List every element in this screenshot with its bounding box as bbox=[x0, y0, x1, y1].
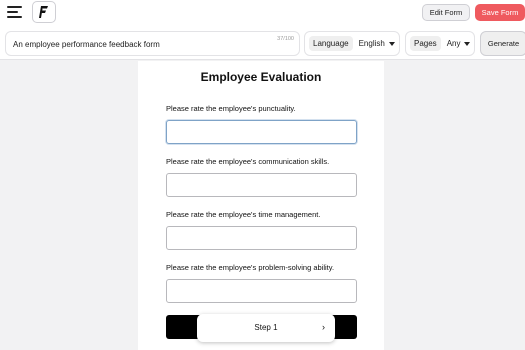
question-input-problem-solving[interactable] bbox=[166, 279, 357, 303]
language-label: Language bbox=[309, 36, 353, 51]
question-label: Please rate the employee's problem-solvi… bbox=[166, 263, 335, 272]
caret-down-icon bbox=[388, 41, 395, 46]
save-form-button[interactable]: Save Form bbox=[475, 4, 525, 21]
pages-value: Any bbox=[446, 39, 461, 48]
chevron-right-icon[interactable]: › bbox=[322, 322, 325, 332]
pages-label: Pages bbox=[410, 36, 441, 51]
caret-down-icon bbox=[464, 41, 471, 46]
step-navigator[interactable]: Step 1 › bbox=[197, 314, 335, 342]
app-logo-icon[interactable] bbox=[32, 1, 56, 23]
question-input-punctuality[interactable] bbox=[166, 120, 357, 144]
edit-form-button[interactable]: Edit Form bbox=[422, 4, 470, 21]
question-label: Please rate the employee's communication… bbox=[166, 157, 330, 166]
language-value: English bbox=[358, 39, 385, 48]
question-label: Please rate the employee's punctuality. bbox=[166, 104, 296, 113]
hamburger-menu-icon[interactable] bbox=[7, 6, 25, 20]
generate-button[interactable]: Generate bbox=[480, 31, 525, 56]
language-select[interactable]: Language English bbox=[304, 31, 400, 56]
question-label: Please rate the employee's time manageme… bbox=[166, 210, 321, 219]
prompt-text: An employee performance feedback form bbox=[13, 40, 160, 49]
pages-select[interactable]: Pages Any bbox=[405, 31, 475, 56]
prompt-char-count: 37/100 bbox=[277, 36, 294, 42]
form-card: Employee Evaluation Please rate the empl… bbox=[138, 61, 384, 350]
question-input-communication[interactable] bbox=[166, 173, 357, 197]
question-input-time-management[interactable] bbox=[166, 226, 357, 250]
step-label: Step 1 bbox=[254, 323, 278, 332]
top-bar: Edit Form Save Form An employee performa… bbox=[0, 0, 525, 60]
prompt-input[interactable]: An employee performance feedback form 37… bbox=[5, 31, 300, 56]
logo-mark bbox=[39, 6, 48, 18]
form-title: Employee Evaluation bbox=[200, 70, 322, 84]
